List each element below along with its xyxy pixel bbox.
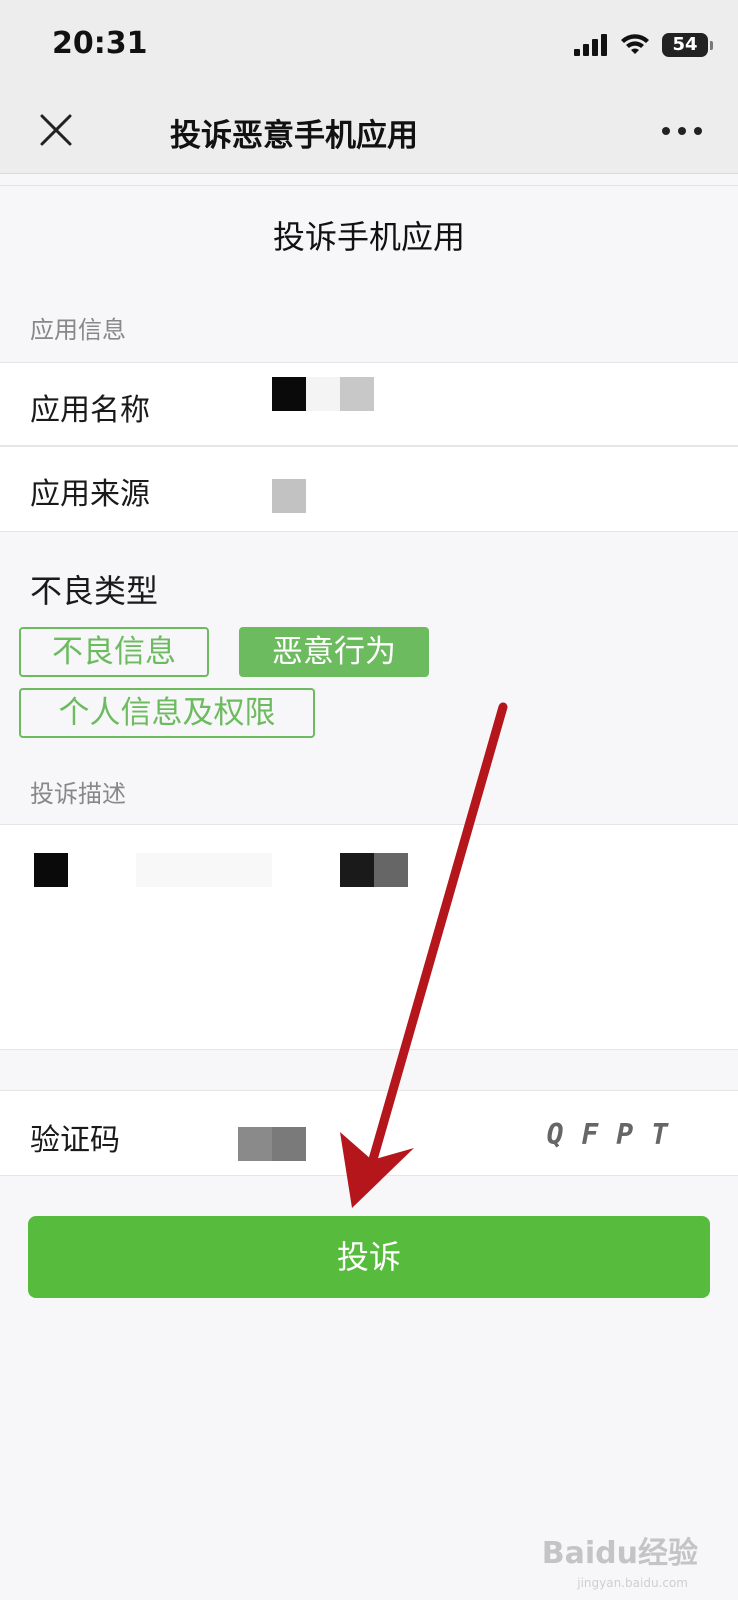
status-time: 20:31 (52, 26, 148, 61)
description-textarea[interactable] (0, 824, 738, 1050)
battery-level: 54 (672, 34, 698, 55)
redacted-text (374, 853, 408, 887)
redacted-text (340, 853, 374, 887)
redacted-value (272, 479, 306, 513)
wifi-icon (621, 34, 649, 54)
app-name-label: 应用名称 (30, 393, 150, 428)
tag-personal-info-permission[interactable]: 个人信息及权限 (19, 688, 315, 738)
tag-bad-info[interactable]: 不良信息 (19, 627, 209, 677)
battery-icon: 54 (662, 33, 713, 57)
nav-bar: 投诉恶意手机应用 (0, 88, 738, 174)
redacted-input (272, 1127, 306, 1161)
submit-button[interactable]: 投诉 (28, 1216, 710, 1298)
more-icon[interactable] (660, 116, 704, 146)
content-top-divider (0, 174, 738, 186)
description-section-label: 投诉描述 (30, 780, 126, 808)
captcha-image[interactable]: QFPT (547, 1118, 686, 1151)
redacted-text (136, 853, 272, 887)
app-source-label: 应用来源 (30, 477, 150, 512)
redacted-value (306, 377, 340, 411)
app-info-section-label: 应用信息 (30, 316, 126, 344)
watermark-url: jingyan.baidu.com (577, 1576, 688, 1590)
watermark-logo: Baidu经验 (541, 1536, 698, 1571)
nav-title: 投诉恶意手机应用 (170, 118, 418, 154)
close-icon[interactable] (36, 110, 76, 150)
redacted-input (238, 1127, 272, 1161)
signal-icon (574, 34, 607, 56)
tag-malicious-behavior[interactable]: 恶意行为 (239, 627, 429, 677)
status-bar: 20:31 54 (0, 0, 738, 88)
captcha-label: 验证码 (30, 1123, 120, 1158)
page-title: 投诉手机应用 (272, 218, 465, 256)
app-name-row[interactable]: 应用名称 (0, 362, 738, 446)
redacted-value (340, 377, 374, 411)
app-source-row[interactable]: 应用来源 (0, 446, 738, 532)
status-icons: 54 (574, 30, 713, 60)
bad-type-title: 不良类型 (30, 572, 159, 610)
redacted-text (34, 853, 68, 887)
redacted-value (272, 377, 306, 411)
